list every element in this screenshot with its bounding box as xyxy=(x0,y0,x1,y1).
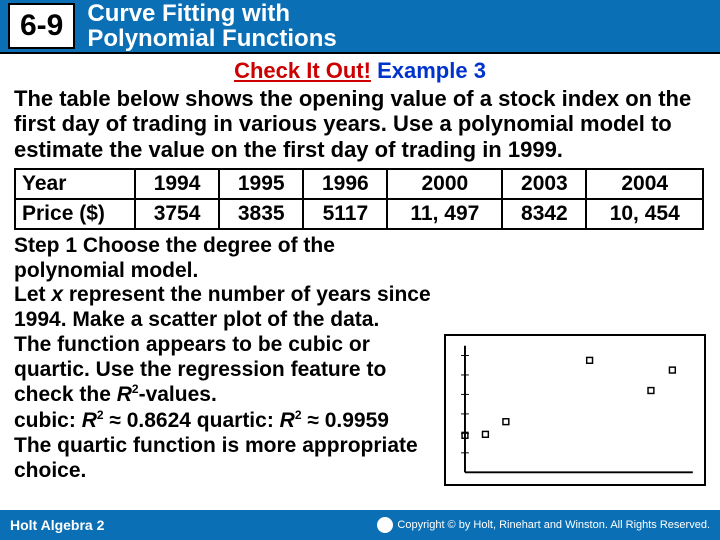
price-cell: 5117 xyxy=(303,199,387,229)
problem-statement: The table below shows the opening value … xyxy=(14,86,706,162)
year-cell: 1995 xyxy=(219,169,303,199)
step-1-label: Step 1 xyxy=(14,234,77,257)
variable-x: x xyxy=(51,283,63,306)
step-explanation: Step 1 Choose the degree of the polynomi… xyxy=(14,234,434,484)
let-text: Let xyxy=(14,283,51,306)
example-number: Example 3 xyxy=(377,58,486,83)
quartic-value: ≈ 0.9959 xyxy=(302,409,389,432)
squared-sup: 2 xyxy=(295,408,302,422)
scatter-plot xyxy=(444,334,706,486)
lesson-header: 6-9 Curve Fitting with Polynomial Functi… xyxy=(0,0,720,54)
cubic-label: cubic: xyxy=(14,409,82,432)
let-text-2: represent the number of years since 1994… xyxy=(14,283,431,331)
r-symbol: R xyxy=(82,409,97,432)
slide-footer: Holt Algebra 2 Copyright © by Holt, Rine… xyxy=(0,510,720,540)
year-label: Year xyxy=(15,169,135,199)
values-text: -values. xyxy=(139,383,217,406)
conclusion-text: The quartic function is more appropriate… xyxy=(14,434,418,482)
data-table: Year 1994 1995 1996 2000 2003 2004 Price… xyxy=(14,168,704,230)
year-cell: 2003 xyxy=(502,169,586,199)
year-cell: 2004 xyxy=(586,169,703,199)
r-symbol: R xyxy=(280,409,295,432)
copyright-area: Copyright © by Holt, Rinehart and Winsto… xyxy=(377,517,710,533)
r-symbol: R xyxy=(117,383,132,406)
price-cell: 3835 xyxy=(219,199,303,229)
book-title: Holt Algebra 2 xyxy=(10,517,104,533)
owl-icon xyxy=(377,517,393,533)
check-it-out-label: Check It Out! xyxy=(234,58,371,83)
slide-content: Check It Out! Example 3 The table below … xyxy=(0,54,720,510)
title-line-2: Polynomial Functions xyxy=(87,25,336,52)
squared-sup: 2 xyxy=(97,408,104,422)
copyright-text: Copyright © by Holt, Rinehart and Winsto… xyxy=(397,519,710,531)
year-cell: 1996 xyxy=(303,169,387,199)
squared-sup: 2 xyxy=(132,382,139,396)
price-cell: 11, 497 xyxy=(387,199,502,229)
check-it-out-heading: Check It Out! Example 3 xyxy=(14,58,706,84)
year-cell: 1994 xyxy=(135,169,219,199)
cubic-value: ≈ 0.8624 quartic: xyxy=(104,409,280,432)
year-cell: 2000 xyxy=(387,169,502,199)
table-row: Year 1994 1995 1996 2000 2003 2004 xyxy=(15,169,703,199)
price-label: Price ($) xyxy=(15,199,135,229)
lesson-title: Curve Fitting with Polynomial Functions xyxy=(87,1,336,51)
price-cell: 10, 454 xyxy=(586,199,703,229)
lesson-number-badge: 6-9 xyxy=(8,3,75,49)
title-line-1: Curve Fitting with xyxy=(87,0,290,27)
price-cell: 3754 xyxy=(135,199,219,229)
price-cell: 8342 xyxy=(502,199,586,229)
table-row: Price ($) 3754 3835 5117 11, 497 8342 10… xyxy=(15,199,703,229)
